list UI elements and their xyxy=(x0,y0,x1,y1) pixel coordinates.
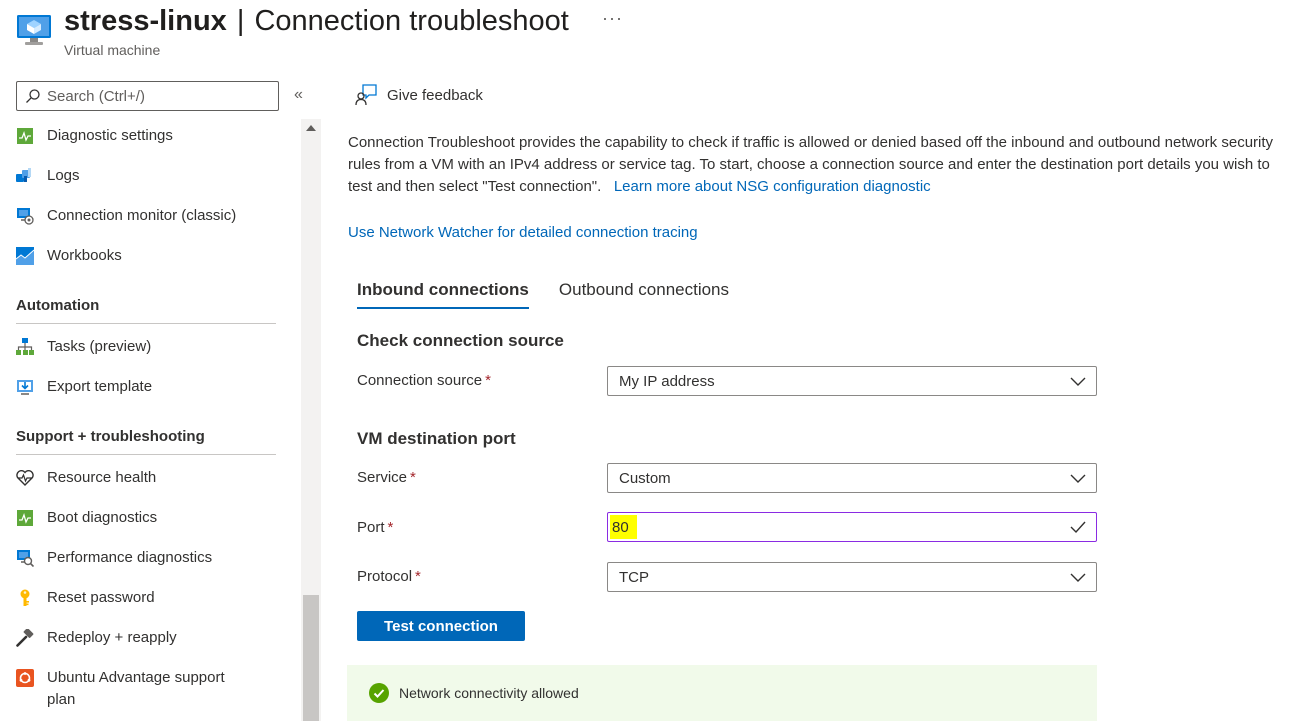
required-marker: * xyxy=(415,568,421,585)
sidebar-section-automation: Automation xyxy=(16,297,276,324)
sidebar-item-boot-diagnostics[interactable]: Boot diagnostics xyxy=(16,498,278,538)
performance-diagnostics-icon xyxy=(16,549,34,567)
sidebar-section-support: Support + troubleshooting xyxy=(16,428,276,455)
ubuntu-icon xyxy=(16,669,34,687)
connection-source-dropdown[interactable]: My IP address xyxy=(607,366,1097,396)
scroll-thumb[interactable] xyxy=(303,595,319,721)
sidebar-item-label-line1: Ubuntu Advantage support xyxy=(47,669,225,686)
chevron-down-icon xyxy=(1070,474,1086,483)
virtual-machine-icon xyxy=(17,15,51,45)
result-message: Network connectivity allowed xyxy=(399,685,579,701)
service-label-text: Service xyxy=(357,469,408,486)
scroll-up-arrow-icon[interactable] xyxy=(306,125,316,131)
protocol-label-text: Protocol xyxy=(357,568,413,585)
feedback-icon xyxy=(355,84,377,106)
resource-health-icon xyxy=(16,469,34,487)
page-title: stress-linux | Connection troubleshoot xyxy=(64,2,569,40)
diagnostic-settings-icon xyxy=(16,127,34,145)
sidebar-item-label: Export template xyxy=(47,378,153,395)
sidebar-item-label: Reset password xyxy=(47,589,155,606)
workbooks-icon xyxy=(16,247,34,265)
title-separator: | xyxy=(236,5,245,37)
sidebar-item-diagnostic-settings[interactable]: Diagnostic settings xyxy=(16,116,278,156)
port-label-text: Port xyxy=(357,519,385,536)
logs-icon xyxy=(16,167,34,185)
sidebar-item-label: Resource health xyxy=(47,469,157,486)
sidebar-search[interactable] xyxy=(16,81,279,111)
collapse-sidebar-button[interactable]: « xyxy=(294,86,303,104)
give-feedback-button[interactable]: Give feedback xyxy=(355,84,483,106)
more-options-button[interactable]: ··· xyxy=(602,8,623,29)
search-icon xyxy=(26,89,40,103)
port-value: 80 xyxy=(610,515,637,539)
sidebar-item-performance-diagnostics[interactable]: Performance diagnostics xyxy=(16,538,278,578)
sidebar-item-logs[interactable]: Logs xyxy=(16,156,278,196)
tab-outbound-connections[interactable]: Outbound connections xyxy=(559,280,729,309)
port-input[interactable]: 80 xyxy=(607,512,1097,542)
page-name: Connection troubleshoot xyxy=(254,5,569,37)
search-input[interactable] xyxy=(47,87,267,105)
resource-name: stress-linux xyxy=(64,5,227,37)
resource-type: Virtual machine xyxy=(64,42,161,58)
chevron-down-icon xyxy=(1070,377,1086,386)
description-text: Connection Troubleshoot provides the cap… xyxy=(348,132,1296,198)
sidebar-item-label-line2: plan xyxy=(47,691,76,708)
required-marker: * xyxy=(410,469,416,486)
hammer-icon xyxy=(16,629,34,647)
protocol-dropdown[interactable]: TCP xyxy=(607,562,1097,592)
protocol-label: Protocol * xyxy=(357,568,421,585)
export-template-icon xyxy=(16,378,34,396)
required-marker: * xyxy=(387,519,394,536)
service-label: Service * xyxy=(357,469,416,486)
sidebar-item-label: Tasks (preview) xyxy=(47,338,152,355)
chevron-down-icon xyxy=(1070,573,1086,582)
sidebar-item-tasks[interactable]: Tasks (preview) xyxy=(16,327,278,367)
connection-source-label: Connection source * xyxy=(357,372,491,389)
learn-more-link[interactable]: Learn more about NSG configuration diagn… xyxy=(614,178,931,195)
sidebar-scrollbar[interactable] xyxy=(301,119,321,721)
connection-source-value: My IP address xyxy=(619,372,715,390)
sidebar-item-label: Boot diagnostics xyxy=(47,509,158,526)
success-check-icon xyxy=(369,683,389,703)
check-connection-source-heading: Check connection source xyxy=(357,331,564,350)
sidebar-item-label: Diagnostic settings xyxy=(47,127,173,144)
sidebar-item-connection-monitor[interactable]: Connection monitor (classic) xyxy=(16,196,278,236)
tab-inbound-connections[interactable]: Inbound connections xyxy=(357,280,529,309)
connection-tabs: Inbound connections Outbound connections xyxy=(357,280,759,309)
sidebar-item-ubuntu-support[interactable]: Ubuntu Advantage support plan xyxy=(16,658,278,708)
result-banner: Network connectivity allowed xyxy=(347,665,1097,721)
port-label: Port * xyxy=(357,519,393,536)
key-icon xyxy=(16,589,34,607)
give-feedback-label: Give feedback xyxy=(387,86,483,104)
sidebar-item-reset-password[interactable]: Reset password xyxy=(16,578,278,618)
protocol-value: TCP xyxy=(619,568,649,586)
sidebar-item-label: Performance diagnostics xyxy=(47,549,213,566)
sidebar-item-label: Redeploy + reapply xyxy=(47,629,177,646)
sidebar-item-label: Connection monitor (classic) xyxy=(47,207,237,224)
checkmark-icon xyxy=(1070,521,1086,534)
connection-monitor-icon xyxy=(16,207,34,225)
sidebar-item-label: Ubuntu Advantage support plan xyxy=(47,667,225,711)
sidebar-item-redeploy[interactable]: Redeploy + reapply xyxy=(16,618,278,658)
test-connection-button[interactable]: Test connection xyxy=(357,611,525,641)
required-marker: * xyxy=(485,372,491,389)
tasks-icon xyxy=(16,338,34,356)
network-watcher-link[interactable]: Use Network Watcher for detailed connect… xyxy=(348,224,698,241)
service-dropdown[interactable]: Custom xyxy=(607,463,1097,493)
sidebar-item-workbooks[interactable]: Workbooks xyxy=(16,236,278,276)
service-value: Custom xyxy=(619,469,671,487)
boot-diagnostics-icon xyxy=(16,509,34,527)
sidebar-item-label: Workbooks xyxy=(47,247,122,264)
connection-source-label-text: Connection source xyxy=(357,372,483,389)
sidebar-item-export-template[interactable]: Export template xyxy=(16,367,278,407)
sidebar-item-label: Logs xyxy=(47,167,80,184)
vm-destination-port-heading: VM destination port xyxy=(357,429,516,448)
sidebar-item-resource-health[interactable]: Resource health xyxy=(16,458,278,498)
